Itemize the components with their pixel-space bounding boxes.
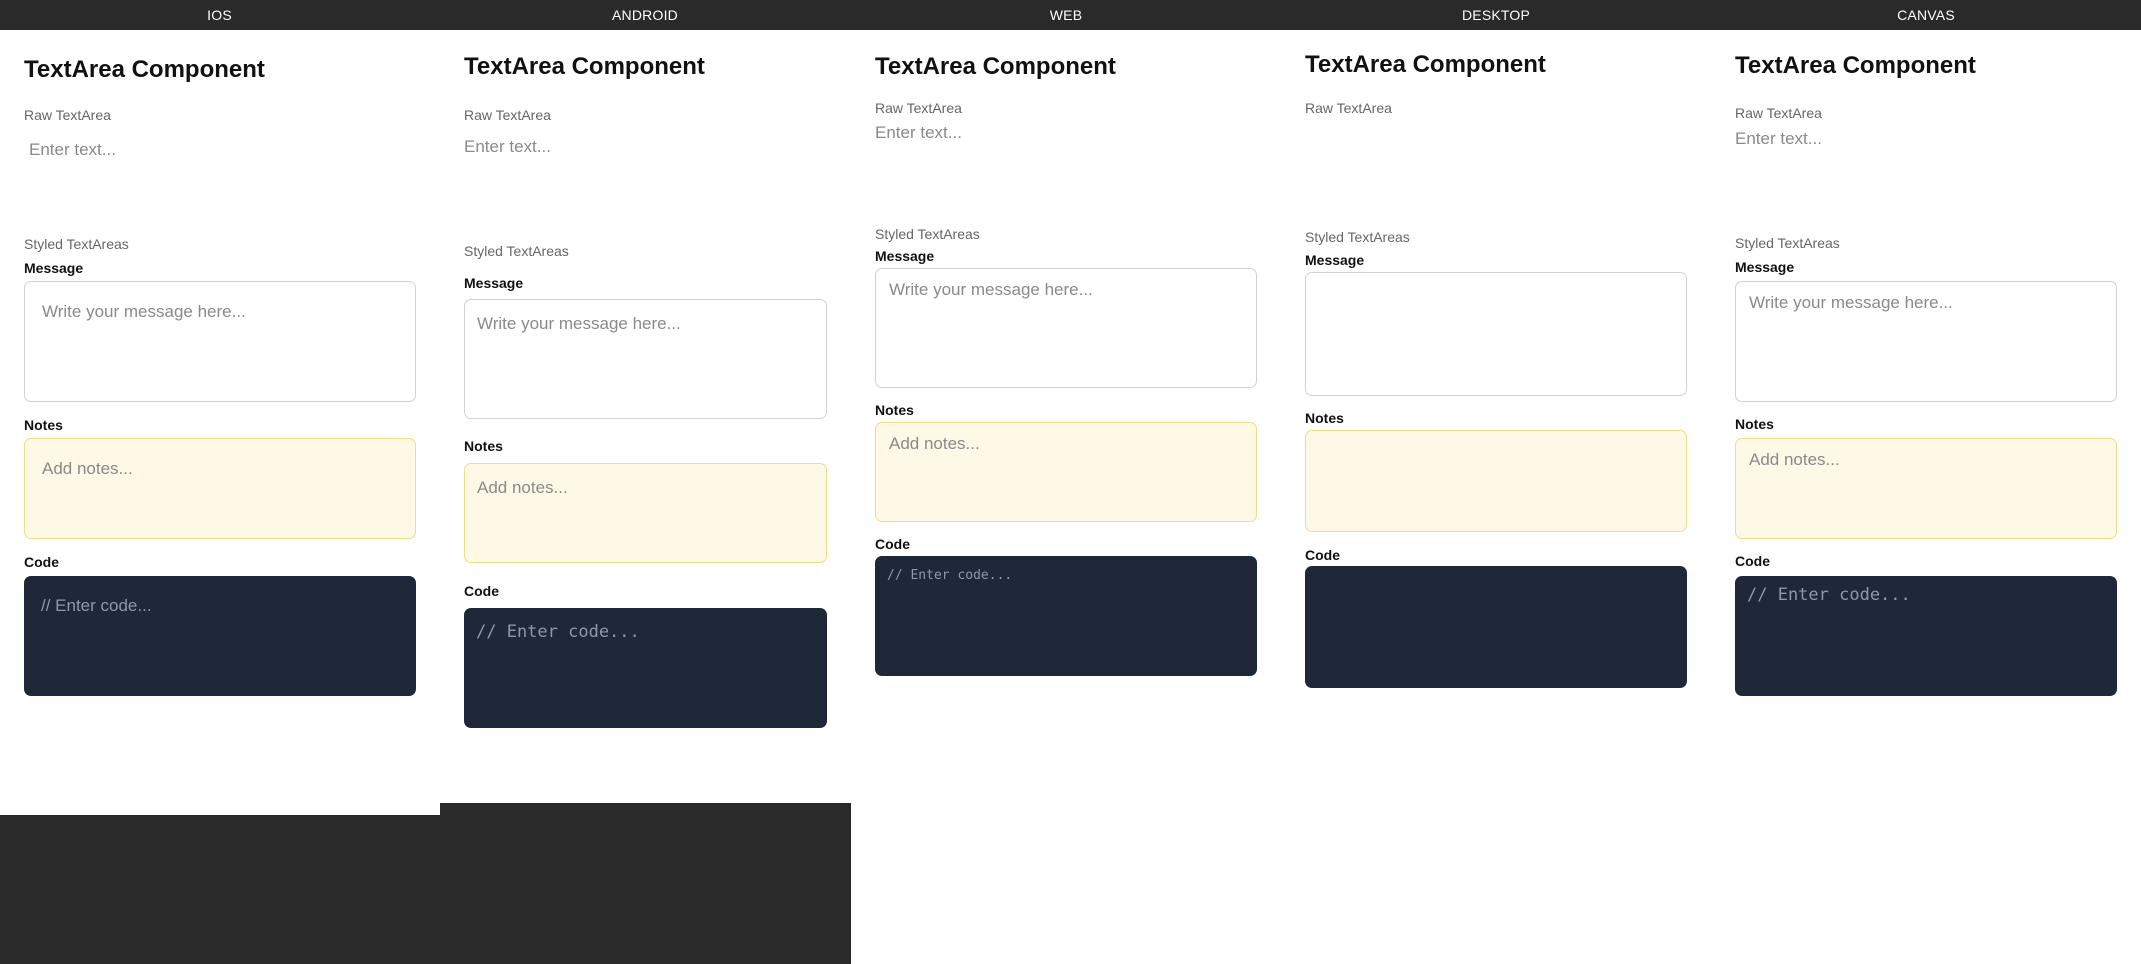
notes-placeholder: Add notes... <box>477 478 568 497</box>
notes-label: Notes <box>24 417 63 433</box>
raw-textarea-label: Raw TextArea <box>464 107 551 123</box>
tab-android[interactable]: ANDROID <box>439 0 851 30</box>
android-panel: TextArea Component Raw TextArea Enter te… <box>440 30 851 964</box>
desktop-panel: TextArea Component Raw TextArea Styled T… <box>1281 30 1711 964</box>
tab-canvas[interactable]: CANVAS <box>1711 0 2141 30</box>
raw-textarea-label: Raw TextArea <box>875 100 962 116</box>
message-textarea[interactable] <box>1305 272 1687 396</box>
tab-web[interactable]: WEB <box>851 0 1281 30</box>
styled-textareas-label: Styled TextAreas <box>24 236 129 252</box>
page-title: TextArea Component <box>875 53 1116 80</box>
message-placeholder: Write your message here... <box>1749 293 1953 312</box>
message-placeholder: Write your message here... <box>477 314 681 333</box>
notes-textarea[interactable]: Add notes... <box>1735 438 2117 539</box>
page-title: TextArea Component <box>24 56 265 83</box>
raw-textarea-label: Raw TextArea <box>1735 105 1822 121</box>
message-placeholder: Write your message here... <box>889 280 1093 299</box>
page-title: TextArea Component <box>1735 52 1976 79</box>
code-placeholder: // Enter code... <box>476 622 640 642</box>
code-textarea[interactable]: // Enter code... <box>464 608 827 728</box>
notes-textarea[interactable]: Add notes... <box>464 463 827 563</box>
notes-label: Notes <box>1735 416 1774 432</box>
notes-label: Notes <box>875 402 914 418</box>
tab-ios[interactable]: IOS <box>0 0 439 30</box>
message-textarea[interactable]: Write your message here... <box>464 299 827 419</box>
notes-placeholder: Add notes... <box>42 459 133 478</box>
message-textarea[interactable]: Write your message here... <box>24 281 416 402</box>
code-textarea[interactable]: // Enter code... <box>875 556 1257 676</box>
notes-label: Notes <box>1305 410 1344 426</box>
styled-textareas-label: Styled TextAreas <box>464 243 569 259</box>
raw-textarea[interactable]: Enter text... <box>29 140 116 160</box>
notes-placeholder: Add notes... <box>1749 450 1840 469</box>
message-label: Message <box>1305 252 1365 268</box>
message-label: Message <box>1735 259 1795 275</box>
code-placeholder: // Enter code... <box>887 568 1013 583</box>
notes-placeholder: Add notes... <box>889 434 980 453</box>
raw-textarea[interactable]: Enter text... <box>875 123 962 143</box>
raw-textarea[interactable]: Enter text... <box>1735 129 1822 149</box>
canvas-panel: TextArea Component Raw TextArea Enter te… <box>1711 30 2141 964</box>
notes-textarea[interactable] <box>1305 430 1687 532</box>
code-textarea[interactable] <box>1305 566 1687 688</box>
styled-textareas-label: Styled TextAreas <box>1735 235 1840 251</box>
code-label: Code <box>875 536 910 552</box>
notes-label: Notes <box>464 438 503 454</box>
code-placeholder: // Enter code... <box>41 596 152 615</box>
code-label: Code <box>464 583 499 599</box>
raw-textarea[interactable] <box>1305 122 1687 182</box>
code-placeholder: // Enter code... <box>1747 585 1911 605</box>
web-panel: TextArea Component Raw TextArea Enter te… <box>851 30 1281 964</box>
message-placeholder: Write your message here... <box>42 302 246 321</box>
notes-textarea[interactable]: Add notes... <box>875 422 1257 522</box>
page-title: TextArea Component <box>1305 51 1546 78</box>
code-textarea[interactable]: // Enter code... <box>1735 576 2117 696</box>
styled-textareas-label: Styled TextAreas <box>875 226 980 242</box>
message-label: Message <box>24 260 84 276</box>
message-textarea[interactable]: Write your message here... <box>875 268 1257 388</box>
message-label: Message <box>875 248 935 264</box>
raw-textarea[interactable]: Enter text... <box>464 137 551 157</box>
code-textarea[interactable]: // Enter code... <box>24 576 416 696</box>
notes-textarea[interactable]: Add notes... <box>24 438 416 539</box>
page-title: TextArea Component <box>464 53 705 80</box>
message-textarea[interactable]: Write your message here... <box>1735 281 2117 402</box>
styled-textareas-label: Styled TextAreas <box>1305 229 1410 245</box>
message-label: Message <box>464 275 524 291</box>
code-label: Code <box>1735 553 1770 569</box>
raw-textarea-label: Raw TextArea <box>1305 100 1392 116</box>
code-label: Code <box>1305 547 1340 563</box>
raw-textarea-label: Raw TextArea <box>24 107 111 123</box>
tab-desktop[interactable]: DESKTOP <box>1281 0 1711 30</box>
ios-panel: TextArea Component Raw TextArea Enter te… <box>0 30 440 964</box>
code-label: Code <box>24 554 59 570</box>
